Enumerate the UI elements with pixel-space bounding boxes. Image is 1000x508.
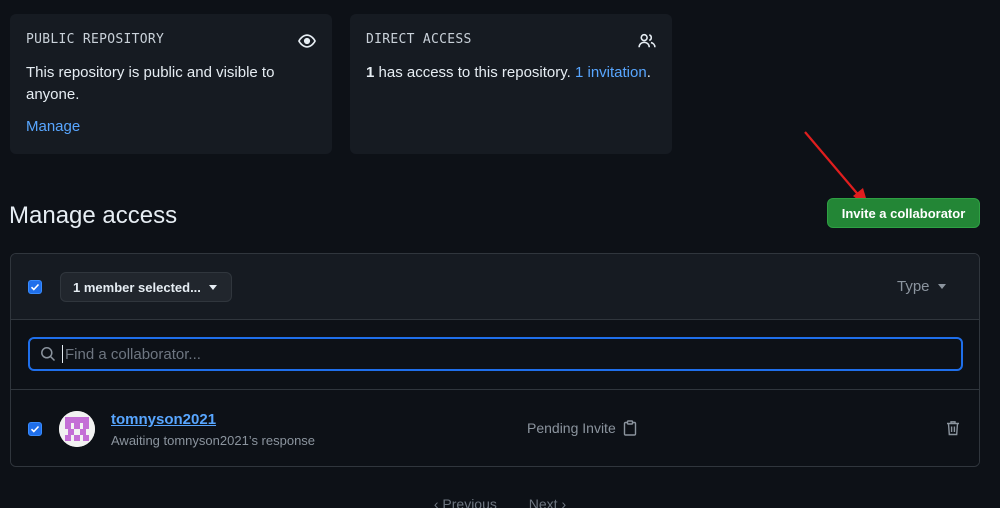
member-checkbox[interactable]	[28, 422, 42, 436]
invite-collaborator-button[interactable]: Invite a collaborator	[827, 198, 980, 228]
pending-invite-status: Pending Invite	[527, 420, 637, 436]
checkmark-icon	[30, 283, 40, 291]
direct-access-card: DIRECT ACCESS 1 has access to this repos…	[350, 14, 672, 154]
member-status-subtitle: Awaiting tomnyson2021’s response	[111, 433, 316, 448]
identicon-icon	[59, 411, 95, 447]
collaborators-panel: 1 member selected... Type Find a collabo…	[10, 253, 980, 467]
search-icon	[41, 347, 56, 362]
eye-icon	[298, 34, 316, 48]
type-filter-dropdown[interactable]: Type	[897, 278, 946, 295]
chevron-down-icon	[208, 284, 217, 290]
public-repository-card: PUBLIC REPOSITORY This repository is pub…	[10, 14, 332, 154]
member-selection-dropdown[interactable]: 1 member selected...	[60, 272, 232, 302]
search-box[interactable]	[28, 337, 963, 371]
pagination: ‹ Previous Next ›	[0, 496, 1000, 508]
search-input[interactable]	[62, 345, 961, 363]
manage-link[interactable]: Manage	[26, 118, 80, 135]
public-repository-description: This repository is public and visible to…	[26, 64, 275, 103]
pending-invite-label: Pending Invite	[527, 420, 616, 436]
previous-page-button[interactable]: ‹ Previous	[434, 496, 497, 508]
direct-access-description: 1 has access to this repository. 1 invit…	[366, 62, 652, 84]
trash-icon[interactable]	[946, 420, 960, 436]
access-text: has access to this repository.	[374, 64, 575, 81]
public-repository-title: PUBLIC REPOSITORY	[26, 32, 165, 47]
direct-access-title: DIRECT ACCESS	[366, 32, 472, 47]
panel-header: 1 member selected... Type	[11, 254, 979, 320]
member-username-link[interactable]: tomnyson2021	[111, 411, 216, 428]
member-selection-label: 1 member selected...	[73, 279, 201, 295]
invitation-link[interactable]: 1 invitation	[575, 64, 647, 81]
search-row	[11, 320, 979, 390]
period: .	[646, 64, 651, 81]
select-all-checkbox[interactable]	[28, 280, 42, 294]
page-title: Manage access	[9, 202, 178, 229]
chevron-down-icon	[937, 284, 946, 289]
list-item: tomnyson2021 Awaiting tomnyson2021’s res…	[11, 390, 979, 466]
type-filter-label: Type	[897, 278, 930, 295]
checkmark-icon	[30, 425, 40, 433]
avatar[interactable]	[59, 411, 95, 447]
people-icon	[638, 33, 656, 48]
copy-invite-icon[interactable]	[623, 420, 637, 436]
next-page-button[interactable]: Next ›	[529, 496, 566, 508]
